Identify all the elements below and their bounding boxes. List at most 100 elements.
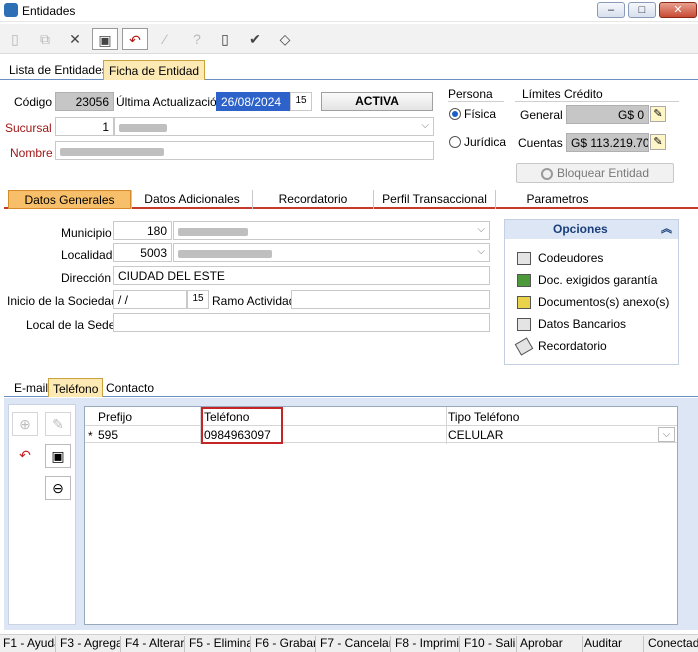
calendar-icon[interactable]: 15: [290, 92, 312, 111]
maximize-button[interactable]: □: [628, 2, 656, 18]
delete-icon[interactable]: ✕: [62, 28, 88, 50]
tab-datos-adicionales[interactable]: Datos Adicionales: [131, 190, 252, 209]
municipio-select[interactable]: ⌵: [173, 221, 490, 240]
tab-ficha-entidad[interactable]: Ficha de Entidad: [103, 60, 206, 80]
juridica-label: Jurídica: [464, 135, 507, 149]
help-icon[interactable]: ?: [184, 28, 210, 50]
f7-cancelar-button[interactable]: F7 - Cancelar: [317, 636, 391, 652]
tab-email[interactable]: E-mail: [10, 378, 52, 397]
add-row-icon[interactable]: ⊕: [12, 412, 38, 436]
cuentas-credit-field: G$ 113.219.700: [566, 133, 649, 152]
f5-eliminar-button[interactable]: F5 - Eliminar: [186, 636, 251, 652]
app-icon: [4, 3, 18, 17]
eraser-icon: [514, 337, 534, 356]
tab-recordatorio[interactable]: Recordatorio: [252, 190, 373, 209]
inicio-sociedad-field[interactable]: / /: [113, 290, 187, 309]
minimize-button[interactable]: –: [597, 2, 625, 18]
opcion-documentos-anexos[interactable]: Documentos(s) anexo(s): [517, 295, 670, 310]
column-prefijo[interactable]: Prefijo: [98, 410, 132, 424]
chevron-down-icon: ⌵: [421, 120, 429, 131]
localidad-code-field[interactable]: 5003: [113, 243, 172, 262]
tab-contacto[interactable]: Contacto: [102, 378, 158, 397]
opciones-panel: Opciones ︽ Codeudores Doc. exigidos garan…: [504, 219, 679, 365]
calendar-icon[interactable]: 15: [187, 290, 209, 309]
direccion-field[interactable]: CIUDAD DEL ESTE: [113, 266, 490, 285]
window-title: Entidades: [22, 4, 76, 18]
opcion-codeudores[interactable]: Codeudores: [517, 251, 603, 266]
inicio-sociedad-label: Inicio de la Sociedad: [7, 294, 118, 308]
chevron-down-icon: ⌵: [477, 224, 485, 235]
edit-pencil-icon[interactable]: ✎: [650, 106, 666, 122]
f6-grabar-button[interactable]: F6 - Grabar: [252, 636, 316, 652]
edit-row-icon[interactable]: ✎: [45, 412, 71, 436]
new-doc-icon[interactable]: ▯: [2, 28, 28, 50]
sucursal-code-field[interactable]: 1: [55, 117, 114, 136]
sucursal-select[interactable]: ⌵: [114, 117, 434, 136]
localidad-label: Localidad: [61, 248, 113, 262]
delete-row-icon[interactable]: ⊖: [45, 476, 71, 500]
check-icon[interactable]: ✔: [242, 28, 268, 50]
bloquear-entidad-label: Bloquear Entidad: [556, 166, 650, 180]
bloquear-entidad-button[interactable]: Bloquear Entidad: [516, 163, 674, 183]
codigo-field: 23056: [55, 92, 114, 111]
municipio-code-field[interactable]: 180: [113, 221, 172, 240]
redacted-text: [119, 123, 167, 132]
auditar-button[interactable]: Auditar: [584, 636, 644, 652]
aprobar-button[interactable]: Aprobar: [517, 636, 583, 652]
bank-icon: [517, 318, 531, 332]
bookmark-icon[interactable]: ▯: [212, 28, 238, 50]
row-marker: *: [88, 429, 93, 443]
f1-ayuda-button[interactable]: F1 - Ayuda: [0, 636, 56, 652]
save-row-icon[interactable]: ▣: [45, 444, 71, 468]
local-sede-field[interactable]: [113, 313, 490, 332]
direccion-label: Dirección: [61, 271, 112, 285]
persona-label: Persona: [448, 87, 493, 101]
undo-row-icon[interactable]: ↶: [12, 444, 38, 468]
tab-datos-generales[interactable]: Datos Generales: [8, 190, 131, 209]
limites-credito-label: Límites Crédito: [522, 87, 603, 101]
chevron-down-icon[interactable]: ⌵: [658, 427, 675, 442]
opcion-recordatorio[interactable]: Recordatorio: [514, 337, 607, 356]
juridica-radio[interactable]: [449, 136, 461, 148]
copy-doc-icon[interactable]: ⧉: [32, 28, 58, 50]
column-divider: [446, 407, 447, 444]
cuentas-label: Cuentas: [518, 136, 563, 150]
opcion-label: Documentos(s) anexo(s): [538, 295, 670, 309]
wand-icon[interactable]: ⁄: [152, 28, 178, 50]
ramo-actividad-field[interactable]: [291, 290, 490, 309]
f10-salir-button[interactable]: F10 - Salir: [461, 636, 517, 652]
title-bar: [0, 0, 698, 22]
eraser-icon[interactable]: ◇: [272, 28, 298, 50]
localidad-select[interactable]: ⌵: [173, 243, 490, 262]
collapse-icon[interactable]: ︽: [661, 220, 672, 239]
tab-parametros-comerciales[interactable]: Parametros Comerciales: [495, 190, 619, 224]
f3-agregar-button[interactable]: F3 - Agregar: [57, 636, 121, 652]
f4-alterar-button[interactable]: F4 - Alterar: [122, 636, 185, 652]
opciones-header[interactable]: Opciones ︽: [505, 220, 678, 239]
column-tipo-telefono[interactable]: Tipo Teléfono: [448, 410, 519, 424]
limites-divider: [515, 101, 679, 102]
tab-perfil-transaccional[interactable]: Perfil Transaccional: [373, 190, 495, 209]
tab-telefono[interactable]: Teléfono: [48, 378, 104, 397]
edit-pencil-icon[interactable]: ✎: [650, 134, 666, 150]
ultima-actualizacion-field[interactable]: 26/08/2024: [216, 92, 290, 111]
opcion-datos-bancarios[interactable]: Datos Bancarios: [517, 317, 627, 332]
ramo-actividad-label: Ramo Actividad: [212, 294, 296, 308]
fisica-radio[interactable]: [449, 108, 461, 120]
f8-imprimir-button[interactable]: F8 - Imprimir: [392, 636, 460, 652]
table-row[interactable]: [85, 425, 677, 443]
nombre-field[interactable]: [55, 141, 434, 160]
nombre-label: Nombre: [10, 146, 53, 160]
tab-lista-entidades[interactable]: Lista de Entidades: [4, 60, 113, 80]
fisica-label: Física: [464, 107, 497, 121]
cell-tipo-telefono[interactable]: CELULAR: [448, 428, 503, 442]
block-icon: [540, 167, 553, 180]
opcion-doc-exigidos[interactable]: Doc. exigidos garantía: [517, 273, 657, 288]
save-icon[interactable]: ▣: [92, 28, 118, 50]
sucursal-label: Sucursal: [5, 121, 52, 135]
close-button[interactable]: ✕: [659, 2, 697, 18]
opciones-title: Opciones: [553, 222, 608, 236]
undo-icon[interactable]: ↶: [122, 28, 148, 50]
cell-prefijo[interactable]: 595: [98, 428, 118, 442]
opcion-label: Datos Bancarios: [538, 317, 627, 331]
